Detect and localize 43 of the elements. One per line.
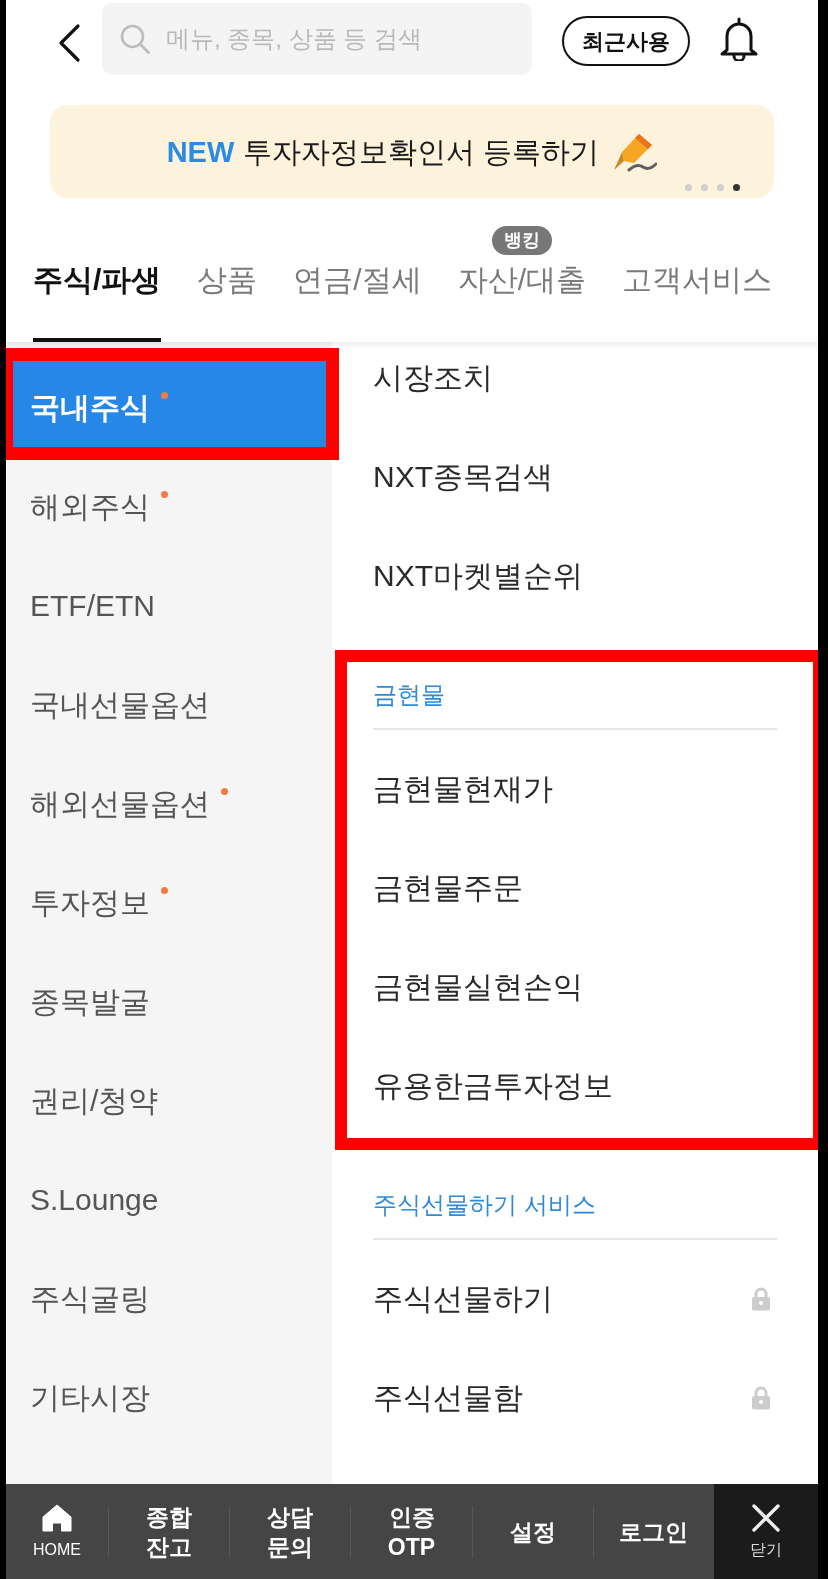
nav-button[interactable]: 설정 (472, 1484, 593, 1579)
menu-item[interactable]: NXT종목검색 (373, 457, 777, 497)
home-button[interactable]: HOME (6, 1484, 108, 1579)
section-title: 주식선물하기 서비스 (373, 1190, 597, 1220)
sidebar-item[interactable]: 투자정보 (6, 853, 332, 952)
home-icon (42, 1503, 72, 1532)
nav-button[interactable]: 상담 문의 (230, 1484, 351, 1579)
tab[interactable]: 고객서비스 (622, 260, 773, 342)
search-field[interactable]: 메뉴, 종목, 상품 등 검색 (102, 3, 532, 75)
menu-item[interactable]: 금현물실현손익 (373, 967, 777, 1007)
tab[interactable]: 연금/절세 (293, 260, 422, 342)
back-icon[interactable] (57, 23, 81, 63)
sidebar-item[interactable]: 해외선물옵션 (6, 754, 332, 853)
tab-badge: 뱅킹 (491, 226, 552, 255)
sidebar-item[interactable]: 기타시장 (6, 1348, 332, 1447)
recent-button[interactable]: 최근사용 (562, 16, 690, 66)
close-icon (752, 1503, 780, 1532)
menu-item[interactable]: NXT마켓별순위 (373, 556, 777, 596)
sidebar-item[interactable]: 종목발굴 (6, 952, 332, 1051)
nav-button[interactable]: 로그인 (593, 1484, 714, 1579)
bell-icon[interactable] (718, 17, 760, 61)
sidebar-item[interactable]: 해외주식 (6, 457, 332, 556)
tab[interactable]: 자산/대출 (457, 260, 587, 342)
tab[interactable]: 상품 (197, 260, 258, 342)
menu-item[interactable]: 주식선물하기 (373, 1279, 777, 1319)
sidebar-item[interactable]: ETF/ETN (6, 556, 332, 655)
banner[interactable]: NEW 투자자정보확인서 등록하기 (50, 105, 774, 198)
sidebar-item[interactable]: S.Lounge (6, 1150, 332, 1249)
sidebar-item[interactable]: 권리/청약 (6, 1051, 332, 1150)
new-label: NEW (166, 134, 235, 170)
menu-item[interactable]: 시장조치 (373, 358, 777, 398)
search-icon (120, 24, 150, 54)
close-button[interactable]: 닫기 (714, 1484, 818, 1579)
menu-item[interactable]: 유용한금투자정보 (373, 1066, 777, 1106)
menu-item[interactable]: 주식선물함 (373, 1378, 777, 1418)
nav-button[interactable]: 인증 OTP (351, 1484, 472, 1579)
nav-button[interactable]: 종합 잔고 (109, 1484, 230, 1579)
banner-text: 투자자정보확인서 등록하기 (243, 134, 600, 170)
sidebar-item[interactable]: 국내선물옵션 (6, 655, 332, 754)
menu-item[interactable]: 금현물현재가 (373, 769, 777, 809)
sidebar-item[interactable]: 주식굴링 (6, 1249, 332, 1348)
section-title: 금현물 (373, 680, 446, 710)
menu-item[interactable]: 금현물주문 (373, 868, 777, 908)
